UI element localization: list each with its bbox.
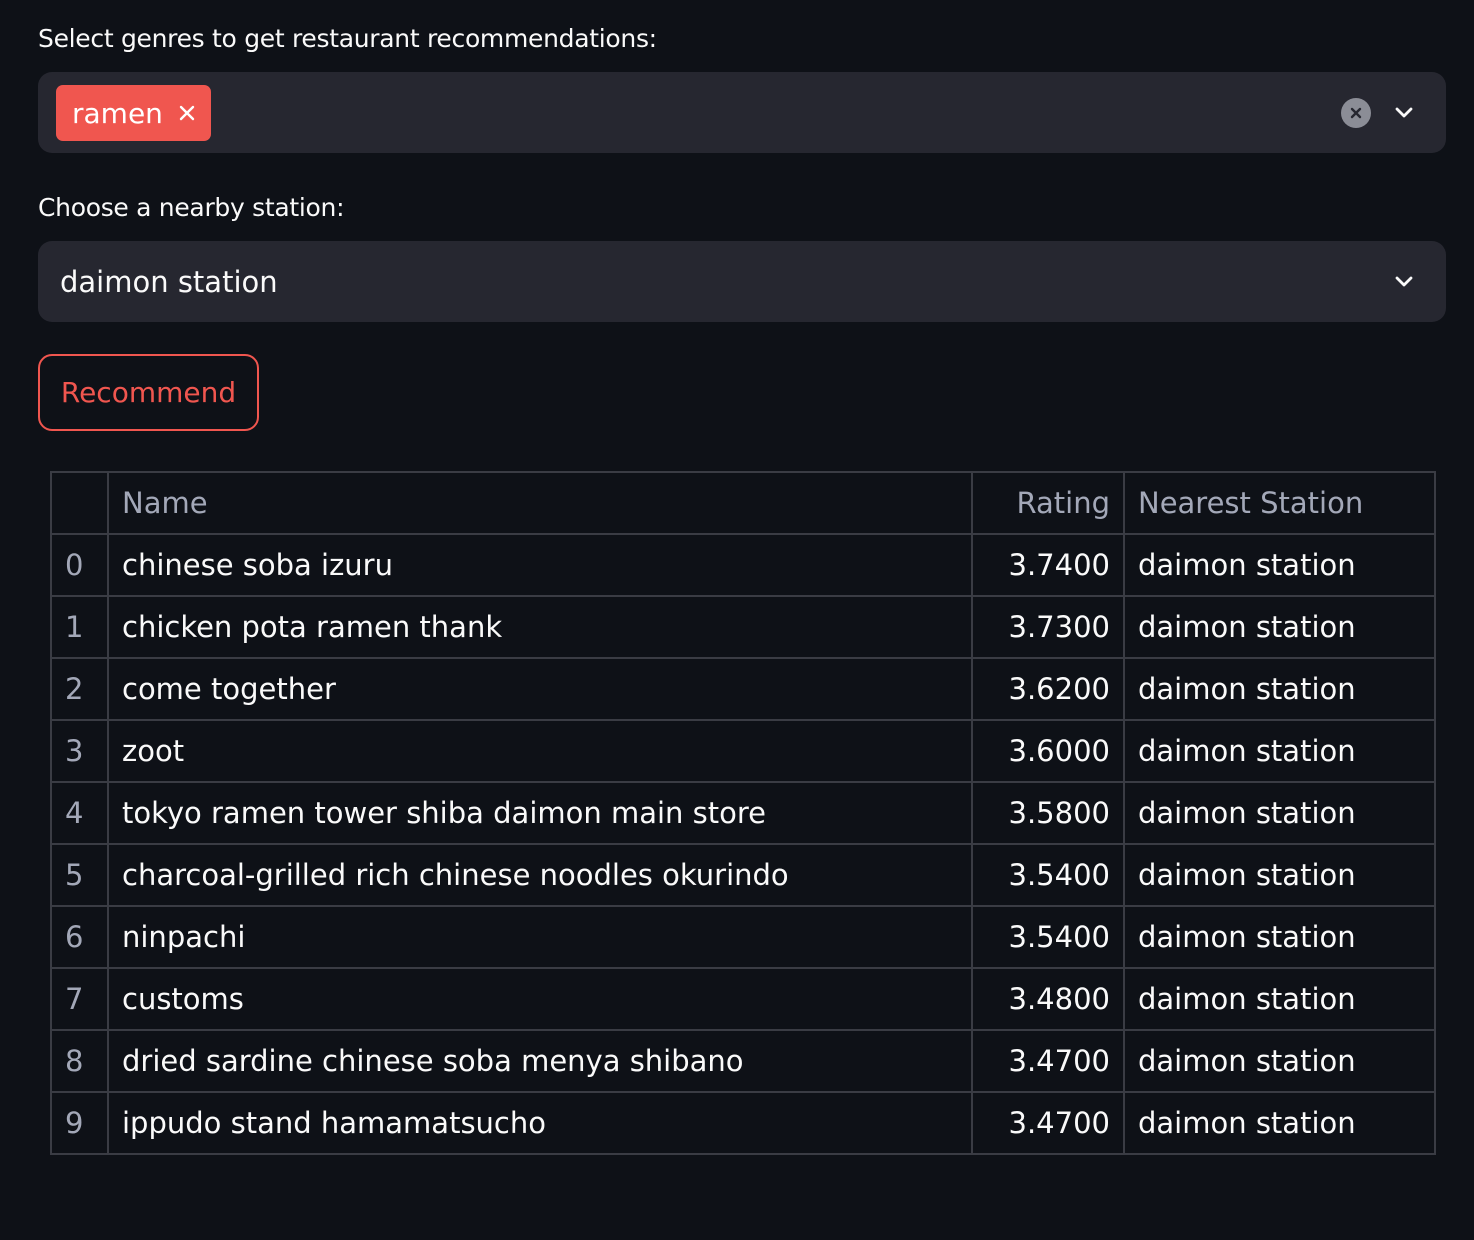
tag-label: ramen xyxy=(72,96,163,130)
station-select-label: Choose a nearby station: xyxy=(38,193,345,222)
row-index: 1 xyxy=(50,595,109,659)
restaurant-name: dried sardine chinese soba menya shibano xyxy=(107,1029,973,1093)
genre-select-label: Select genres to get restaurant recommen… xyxy=(38,24,657,53)
row-index: 0 xyxy=(50,533,109,597)
nearest-station: daimon station xyxy=(1123,967,1436,1031)
restaurant-name: tokyo ramen tower shiba daimon main stor… xyxy=(107,781,973,845)
table-row: 5 charcoal-grilled rich chinese noodles … xyxy=(50,843,1436,907)
close-icon[interactable] xyxy=(179,105,195,121)
column-header-index[interactable] xyxy=(50,471,109,535)
column-header-name[interactable]: Name xyxy=(107,471,973,535)
column-header-rating[interactable]: Rating xyxy=(971,471,1125,535)
restaurant-name: zoot xyxy=(107,719,973,783)
row-index: 5 xyxy=(50,843,109,907)
row-index: 4 xyxy=(50,781,109,845)
nearest-station: daimon station xyxy=(1123,781,1436,845)
row-index: 3 xyxy=(50,719,109,783)
table-row: 9 ippudo stand hamamatsucho 3.4700 daimo… xyxy=(50,1091,1436,1155)
nearest-station: daimon station xyxy=(1123,843,1436,907)
table-row: 8 dried sardine chinese soba menya shiba… xyxy=(50,1029,1436,1093)
restaurant-rating: 3.5400 xyxy=(971,905,1125,969)
restaurant-name: ippudo stand hamamatsucho xyxy=(107,1091,973,1155)
station-select-value: daimon station xyxy=(60,264,278,299)
nearest-station: daimon station xyxy=(1123,595,1436,659)
nearest-station: daimon station xyxy=(1123,905,1436,969)
selected-tag-ramen[interactable]: ramen xyxy=(56,85,211,141)
restaurant-rating: 3.7400 xyxy=(971,533,1125,597)
table-row: 2 come together 3.6200 daimon station xyxy=(50,657,1436,721)
restaurant-rating: 3.7300 xyxy=(971,595,1125,659)
table-header-row: Name Rating Nearest Station xyxy=(50,471,1436,535)
chevron-down-icon[interactable] xyxy=(1392,100,1416,124)
restaurant-rating: 3.4800 xyxy=(971,967,1125,1031)
row-index: 8 xyxy=(50,1029,109,1093)
restaurant-name: customs xyxy=(107,967,973,1031)
row-index: 9 xyxy=(50,1091,109,1155)
table-row: 4 tokyo ramen tower shiba daimon main st… xyxy=(50,781,1436,845)
row-index: 2 xyxy=(50,657,109,721)
results-table: Name Rating Nearest Station 0 chinese so… xyxy=(50,471,1436,1155)
station-select[interactable]: daimon station xyxy=(38,241,1446,322)
nearest-station: daimon station xyxy=(1123,1091,1436,1155)
column-header-nearest-station[interactable]: Nearest Station xyxy=(1123,471,1436,535)
restaurant-rating: 3.4700 xyxy=(971,1091,1125,1155)
restaurant-name: charcoal-grilled rich chinese noodles ok… xyxy=(107,843,973,907)
nearest-station: daimon station xyxy=(1123,533,1436,597)
table-row: 7 customs 3.4800 daimon station xyxy=(50,967,1436,1031)
restaurant-rating: 3.5800 xyxy=(971,781,1125,845)
row-index: 6 xyxy=(50,905,109,969)
nearest-station: daimon station xyxy=(1123,719,1436,783)
restaurant-name: chinese soba izuru xyxy=(107,533,973,597)
restaurant-rating: 3.5400 xyxy=(971,843,1125,907)
recommend-button[interactable]: Recommend xyxy=(38,354,259,431)
restaurant-rating: 3.6000 xyxy=(971,719,1125,783)
chevron-down-icon[interactable] xyxy=(1392,269,1416,293)
table-row: 6 ninpachi 3.5400 daimon station xyxy=(50,905,1436,969)
restaurant-name: ninpachi xyxy=(107,905,973,969)
table-row: 1 chicken pota ramen thank 3.7300 daimon… xyxy=(50,595,1436,659)
nearest-station: daimon station xyxy=(1123,1029,1436,1093)
genre-multiselect[interactable]: ramen xyxy=(38,72,1446,153)
table-row: 0 chinese soba izuru 3.7400 daimon stati… xyxy=(50,533,1436,597)
nearest-station: daimon station xyxy=(1123,657,1436,721)
clear-circle-icon[interactable] xyxy=(1341,98,1371,128)
restaurant-name: come together xyxy=(107,657,973,721)
restaurant-rating: 3.6200 xyxy=(971,657,1125,721)
table-row: 3 zoot 3.6000 daimon station xyxy=(50,719,1436,783)
row-index: 7 xyxy=(50,967,109,1031)
restaurant-rating: 3.4700 xyxy=(971,1029,1125,1093)
restaurant-name: chicken pota ramen thank xyxy=(107,595,973,659)
